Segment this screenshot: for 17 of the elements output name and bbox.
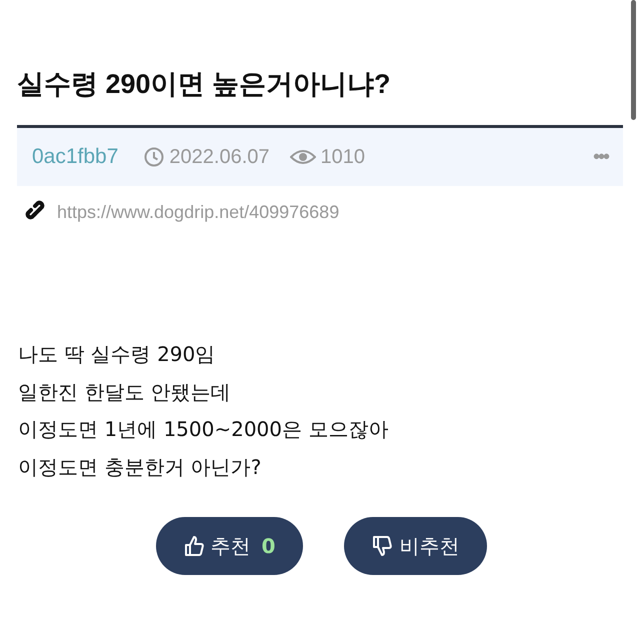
eye-icon	[290, 149, 316, 165]
post-title: 실수령 290이면 높은거아니냐?	[17, 68, 392, 101]
post-text-line: 나도 딱 실수령 290임	[18, 341, 216, 368]
more-menu[interactable]: •••	[592, 146, 608, 168]
recommend-button[interactable]: 추천 0	[156, 517, 304, 575]
clock-icon	[144, 147, 164, 167]
author-name[interactable]: 0ac1fbb7	[32, 145, 118, 169]
thumbs-up-icon	[184, 535, 204, 557]
post-text-line: 일한진 한달도 안됐는데	[18, 378, 232, 406]
post-text-line: 이정도면 1년에 1500~2000은 모으잖아	[18, 416, 390, 443]
thumbs-down-icon	[372, 535, 392, 557]
view-count: 1010	[320, 146, 366, 168]
scrollbar[interactable]	[631, 0, 636, 120]
not-recommend-button[interactable]: 비추천	[344, 517, 488, 575]
post-date: 2022.06.07	[169, 146, 270, 168]
post-text-line: 이정도면 충분한거 아닌가?	[18, 454, 262, 480]
source-link[interactable]: https://www.dogdrip.net/409976689	[57, 202, 340, 222]
